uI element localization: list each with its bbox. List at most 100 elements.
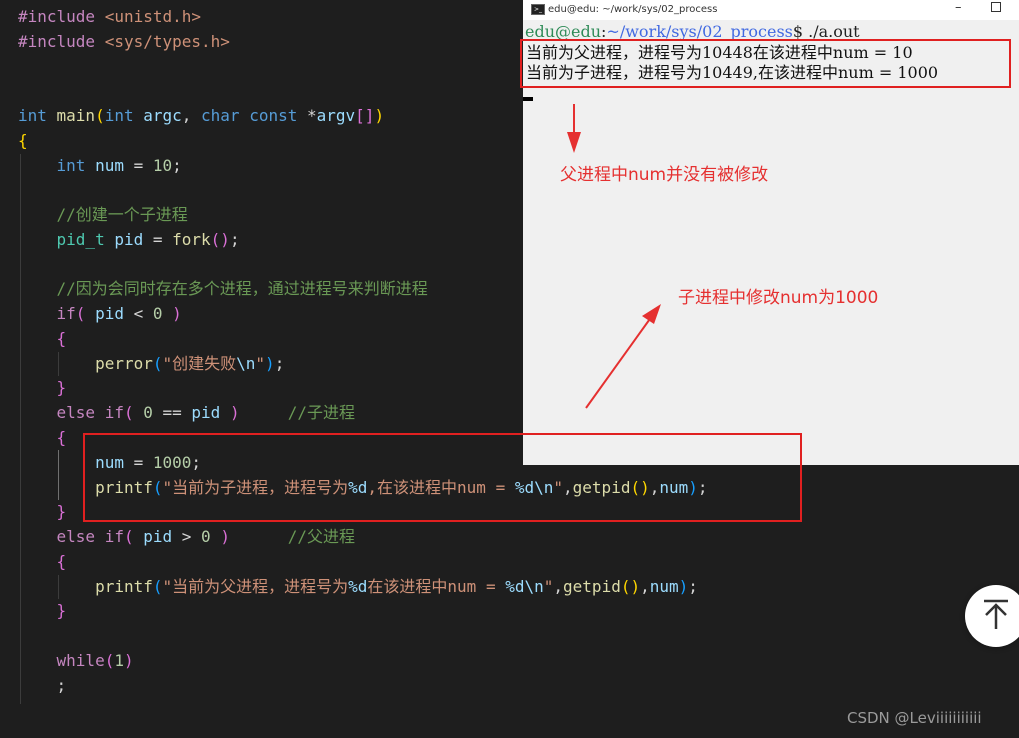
code-token: pid (95, 304, 124, 323)
code-token: pid (191, 403, 221, 422)
code-token: ( (152, 577, 163, 596)
code-line-include-unistd[interactable]: #include <unistd.h> (18, 5, 201, 29)
code-token: <sys/types.h> (104, 32, 230, 51)
code-token: 1 (114, 651, 124, 670)
code-token: 0 (201, 527, 211, 546)
code-token: } (56, 378, 67, 397)
code-line-printf-parent[interactable]: printf("当前为父进程，进程号为%d在该进程中num = %d\n",ge… (18, 575, 698, 599)
code-token: const (249, 106, 307, 125)
code-token: ; (172, 156, 182, 175)
code-token: 0 (152, 304, 163, 323)
code-line-main-signature[interactable]: int main(int argc, char const *argv[]) (18, 104, 384, 128)
csdn-watermark: CSDN @Leviiiiiiiiiii (847, 709, 982, 727)
code-line-comment-create-child[interactable]: //创建一个子进程 (18, 203, 188, 227)
code-line-num-declaration[interactable]: int num = 10; (18, 154, 182, 178)
code-token: int (56, 156, 96, 175)
code-line-main-open-brace[interactable]: { (18, 129, 28, 153)
code-token: [] (355, 106, 375, 125)
code-token: argc (143, 106, 182, 125)
code-token: = (143, 230, 173, 249)
code-token: #include (18, 7, 105, 26)
code-token: , (553, 577, 564, 596)
code-line-open-brace[interactable]: { (18, 426, 67, 450)
maximize-icon[interactable] (991, 2, 1001, 12)
code-token: "当前为父进程，进程号为 (162, 577, 349, 596)
code-token: %d\n (505, 577, 544, 596)
code-token: fork (172, 230, 211, 249)
code-line-if-error[interactable]: if( pid < 0 ) (18, 302, 182, 326)
code-token: ) (210, 527, 230, 546)
code-token: } (56, 502, 67, 521)
code-token: if (104, 403, 124, 422)
code-token: { (56, 552, 67, 571)
code-token: ( (123, 527, 144, 546)
code-token: ( (75, 304, 96, 323)
code-token: ; (229, 230, 240, 249)
code-token: ( (95, 106, 105, 125)
code-token: < (123, 304, 153, 323)
annotation-child-modified: 子进程中修改num为1000 (678, 288, 879, 308)
code-token: , (640, 577, 650, 596)
code-token: ( (104, 651, 115, 670)
terminal-title: edu@edu: ~/work/sys/02_process (548, 4, 718, 15)
code-line-fork[interactable]: pid_t pid = fork(); (18, 228, 240, 252)
code-token: ( (152, 354, 163, 373)
code-token: * (307, 106, 317, 125)
code-token: printf (95, 577, 153, 596)
annotation-parent-unchanged: 父进程中num并没有被修改 (560, 165, 769, 185)
code-token: () (620, 577, 641, 596)
code-token: { (18, 131, 28, 150)
code-token: ) (162, 304, 182, 323)
code-line-while-loop[interactable]: while(1) (18, 649, 134, 673)
code-line-perror[interactable]: perror("创建失败\n"); (18, 352, 284, 376)
code-line-open-brace[interactable]: { (18, 327, 67, 351)
code-line-include-types[interactable]: #include <sys/types.h> (18, 30, 230, 54)
code-token: char (201, 106, 250, 125)
scroll-to-top-button[interactable] (965, 585, 1019, 647)
code-token: "创建失败 (162, 354, 237, 373)
code-line-semicolon[interactable]: ; (18, 674, 67, 698)
code-token: main (56, 106, 96, 125)
terminal-titlebar[interactable]: >_ edu@edu: ~/work/sys/02_process – (523, 0, 1019, 20)
code-token: \n (236, 354, 256, 373)
code-token: ) (123, 651, 134, 670)
code-token: { (56, 428, 67, 447)
highlight-box-child-code (83, 433, 802, 522)
code-token: ) (265, 354, 275, 373)
code-line-else-if-child[interactable]: else if( 0 == pid ) //子进程 (18, 401, 355, 425)
code-token: if (56, 304, 76, 323)
code-token: while (56, 651, 105, 670)
terminal-cursor (523, 97, 533, 101)
code-token: ; (56, 676, 67, 695)
code-token: else (56, 403, 105, 422)
code-token: , (181, 106, 202, 125)
code-line-close-brace[interactable]: } (18, 500, 67, 524)
code-token: %d (348, 577, 368, 596)
code-line-comment-multi-process[interactable]: //因为会同时存在多个进程，通过进程号来判断进程 (18, 277, 428, 301)
code-token: //父进程 (229, 527, 356, 546)
code-line-close-brace[interactable]: } (18, 376, 67, 400)
minimize-icon[interactable]: – (955, 0, 962, 15)
code-token: int (18, 106, 57, 125)
code-line-open-brace[interactable]: { (18, 550, 67, 574)
code-line-else-if-parent[interactable]: else if( pid > 0 ) //父进程 (18, 525, 356, 549)
code-token: if (104, 527, 124, 546)
code-line-close-brace[interactable]: } (18, 599, 67, 623)
code-token: ; (688, 577, 698, 596)
